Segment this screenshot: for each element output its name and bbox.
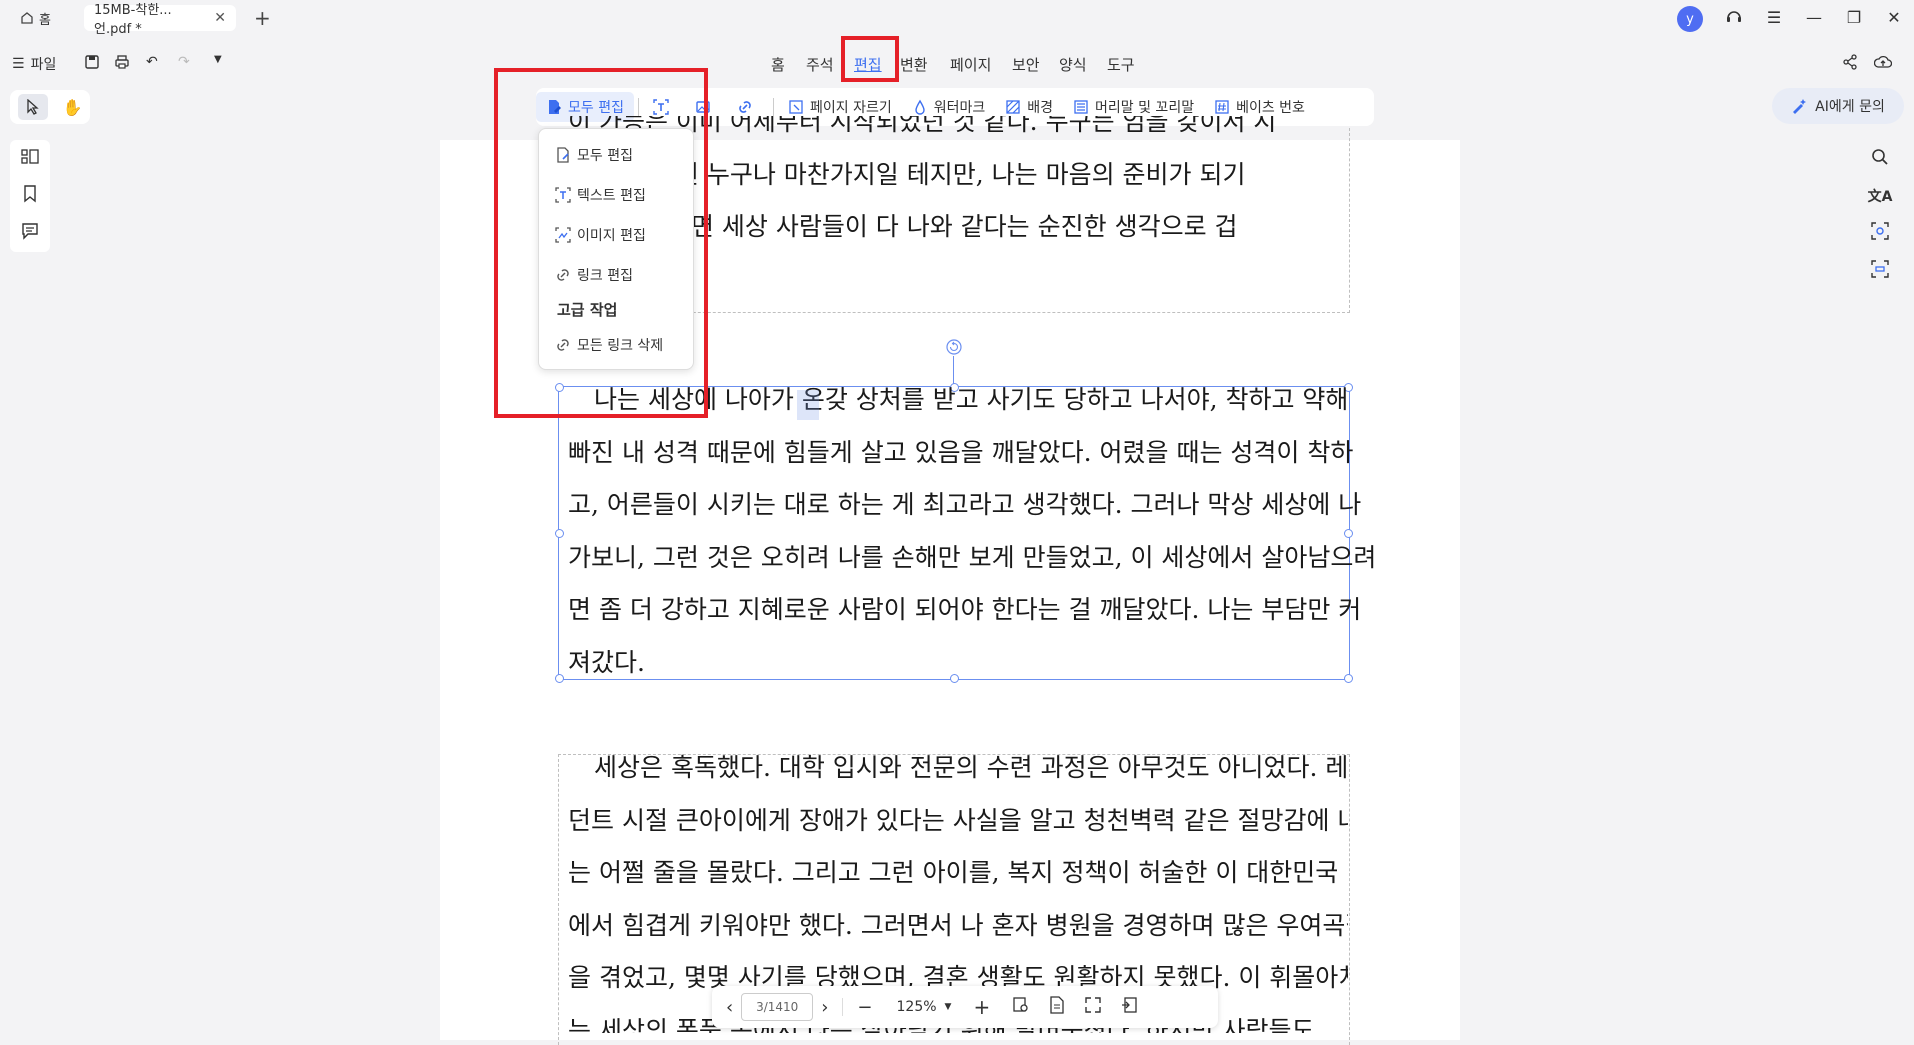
redo-icon[interactable]: ↷	[178, 54, 190, 70]
menu-form[interactable]: 양식	[1059, 54, 1087, 75]
text-line: 세상은 혹독했다. 대학 입시와 전문의 수련 과정은 아무것도 아니었다. 레…	[594, 753, 1348, 782]
resize-handle[interactable]	[555, 674, 564, 683]
text-line: 면 좀 더 강하고 지혜로운 사람이 되어야 한다는 걸 깨달았다. 나는 부담…	[568, 595, 1362, 624]
watermark-label: 워터마크	[933, 100, 986, 116]
resize-handle[interactable]	[555, 529, 564, 538]
ocr-icon[interactable]	[1871, 222, 1889, 244]
text-cursor-highlight	[797, 390, 819, 420]
search-icon[interactable]	[1871, 148, 1889, 170]
text-line: 던트 시절 큰아이에게 장애가 있다는 사실을 알고 청천벽력 같은 절망감에 …	[568, 805, 1348, 835]
zoom-level[interactable]: 125%	[897, 999, 937, 1015]
ai-pen-icon	[1793, 99, 1807, 114]
rotate-handle-icon[interactable]	[945, 338, 963, 356]
zoom-dropdown-icon[interactable]: ▼	[945, 1002, 952, 1012]
menu-comment[interactable]: 주석	[806, 54, 834, 75]
fit-page-icon[interactable]	[1012, 996, 1030, 1018]
ask-ai-label: AI에게 문의	[1815, 99, 1885, 115]
cloud-upload-icon[interactable]	[1874, 54, 1892, 70]
text-line: 에서 힘겹게 키워야만 했다. 그러면서 나 혼자 병원을 경영하며 많은 우여…	[568, 910, 1348, 940]
single-page-icon[interactable]	[1048, 996, 1066, 1018]
document-tab-label: 15MB-착한...언.pdf *	[94, 3, 172, 37]
menu-convert[interactable]: 변환	[900, 54, 928, 75]
share-icon[interactable]	[1842, 54, 1858, 70]
fullscreen-icon[interactable]	[1084, 996, 1102, 1018]
separator	[842, 998, 844, 1016]
right-sidebar: 文A	[1860, 140, 1900, 290]
text-line: 는 어쩔 줄을 몰랐다. 그리고 그런 아이를, 복지 정책이 허술한 이 대한…	[568, 858, 1348, 887]
hand-tool-icon[interactable]: ✋	[63, 98, 83, 117]
close-window-icon[interactable]: ✕	[1882, 8, 1906, 27]
minimize-icon[interactable]: —	[1802, 8, 1826, 27]
select-cursor-icon[interactable]	[17, 94, 48, 120]
comments-icon[interactable]	[21, 222, 39, 244]
header-footer-icon	[1074, 100, 1088, 114]
translate-icon[interactable]: 文A	[1868, 186, 1893, 206]
menu-icon[interactable]: ☰	[1762, 8, 1786, 27]
text-line: 빠진 내 성격 때문에 힘들게 살고 있음을 깨달았다. 어렸을 때는 성격이 …	[568, 437, 1354, 467]
header-footer-label: 머리말 및 꼬리말	[1095, 100, 1195, 116]
ask-ai-button[interactable]: AI에게 문의	[1772, 88, 1904, 124]
menu-home[interactable]: 홈	[771, 54, 785, 75]
zoom-in-icon[interactable]: +	[973, 995, 990, 1019]
menu-tools[interactable]: 도구	[1107, 54, 1135, 75]
exit-reading-icon[interactable]	[1120, 996, 1138, 1018]
left-sidebar	[10, 140, 50, 252]
save-icon[interactable]	[84, 54, 100, 70]
home-tab-label: 홈	[39, 12, 51, 28]
thumbnails-icon[interactable]	[21, 148, 39, 170]
text-line: 져갔다.	[568, 647, 645, 677]
bates-number-icon	[1215, 100, 1229, 114]
bottom-navigation-bar: ‹ 3/1410 › − 125% ▼ +	[712, 986, 1218, 1028]
hamburger-icon: ☰	[12, 56, 25, 72]
background-label: 배경	[1027, 100, 1054, 116]
watermark-icon	[915, 99, 925, 115]
close-tab-icon[interactable]: ✕	[214, 10, 226, 26]
file-menu-label: 파일	[30, 57, 57, 73]
file-menu[interactable]: ☰ 파일	[12, 54, 56, 74]
bates-number-label: 베이츠 번호	[1236, 100, 1305, 116]
menu-security[interactable]: 보안	[1012, 54, 1040, 75]
document-tab[interactable]: 15MB-착한...언.pdf * ✕	[84, 3, 236, 37]
zoom-out-icon[interactable]: −	[857, 997, 872, 1018]
background-icon	[1006, 100, 1020, 114]
text-line: 고, 어른들이 시키는 대로 하는 게 최고라고 생각했다. 그러나 막상 세상…	[568, 490, 1362, 519]
cursor-tools: ✋	[10, 90, 90, 124]
next-page-icon[interactable]: ›	[821, 997, 828, 1018]
crop-icon	[789, 100, 803, 114]
prev-page-icon[interactable]: ‹	[726, 997, 733, 1018]
dropdown-highlight	[494, 68, 708, 418]
new-tab-icon[interactable]: +	[254, 6, 271, 30]
scan-icon[interactable]	[1871, 260, 1889, 282]
home-tab[interactable]: 홈	[10, 5, 70, 31]
separator	[772, 98, 774, 116]
page-indicator-input[interactable]: 3/1410	[741, 993, 814, 1021]
avatar[interactable]: y	[1677, 6, 1703, 32]
print-icon[interactable]	[114, 54, 130, 70]
restore-icon[interactable]: ❐	[1842, 8, 1866, 27]
quick-access-dropdown-icon[interactable]: ▼	[214, 54, 222, 65]
menu-page[interactable]: 페이지	[950, 54, 991, 75]
text-line: 가보니, 그런 것은 오히려 나를 손해만 보게 만들었고, 이 세상에서 살아…	[568, 542, 1377, 572]
link-edit-icon	[739, 101, 751, 113]
crop-page-label: 페이지 자르기	[809, 100, 892, 116]
edit-menu-highlight	[841, 36, 899, 82]
undo-icon[interactable]: ↶	[146, 54, 158, 70]
title-bar	[0, 0, 1914, 40]
bookmark-icon[interactable]	[22, 185, 38, 207]
home-icon	[21, 12, 33, 24]
support-icon[interactable]	[1722, 8, 1746, 30]
text-block-2-content: 나는 세상에 나아가 온갖 상처를 받고 사기도 당하고 나서야, 착하고 약해…	[568, 374, 1377, 689]
